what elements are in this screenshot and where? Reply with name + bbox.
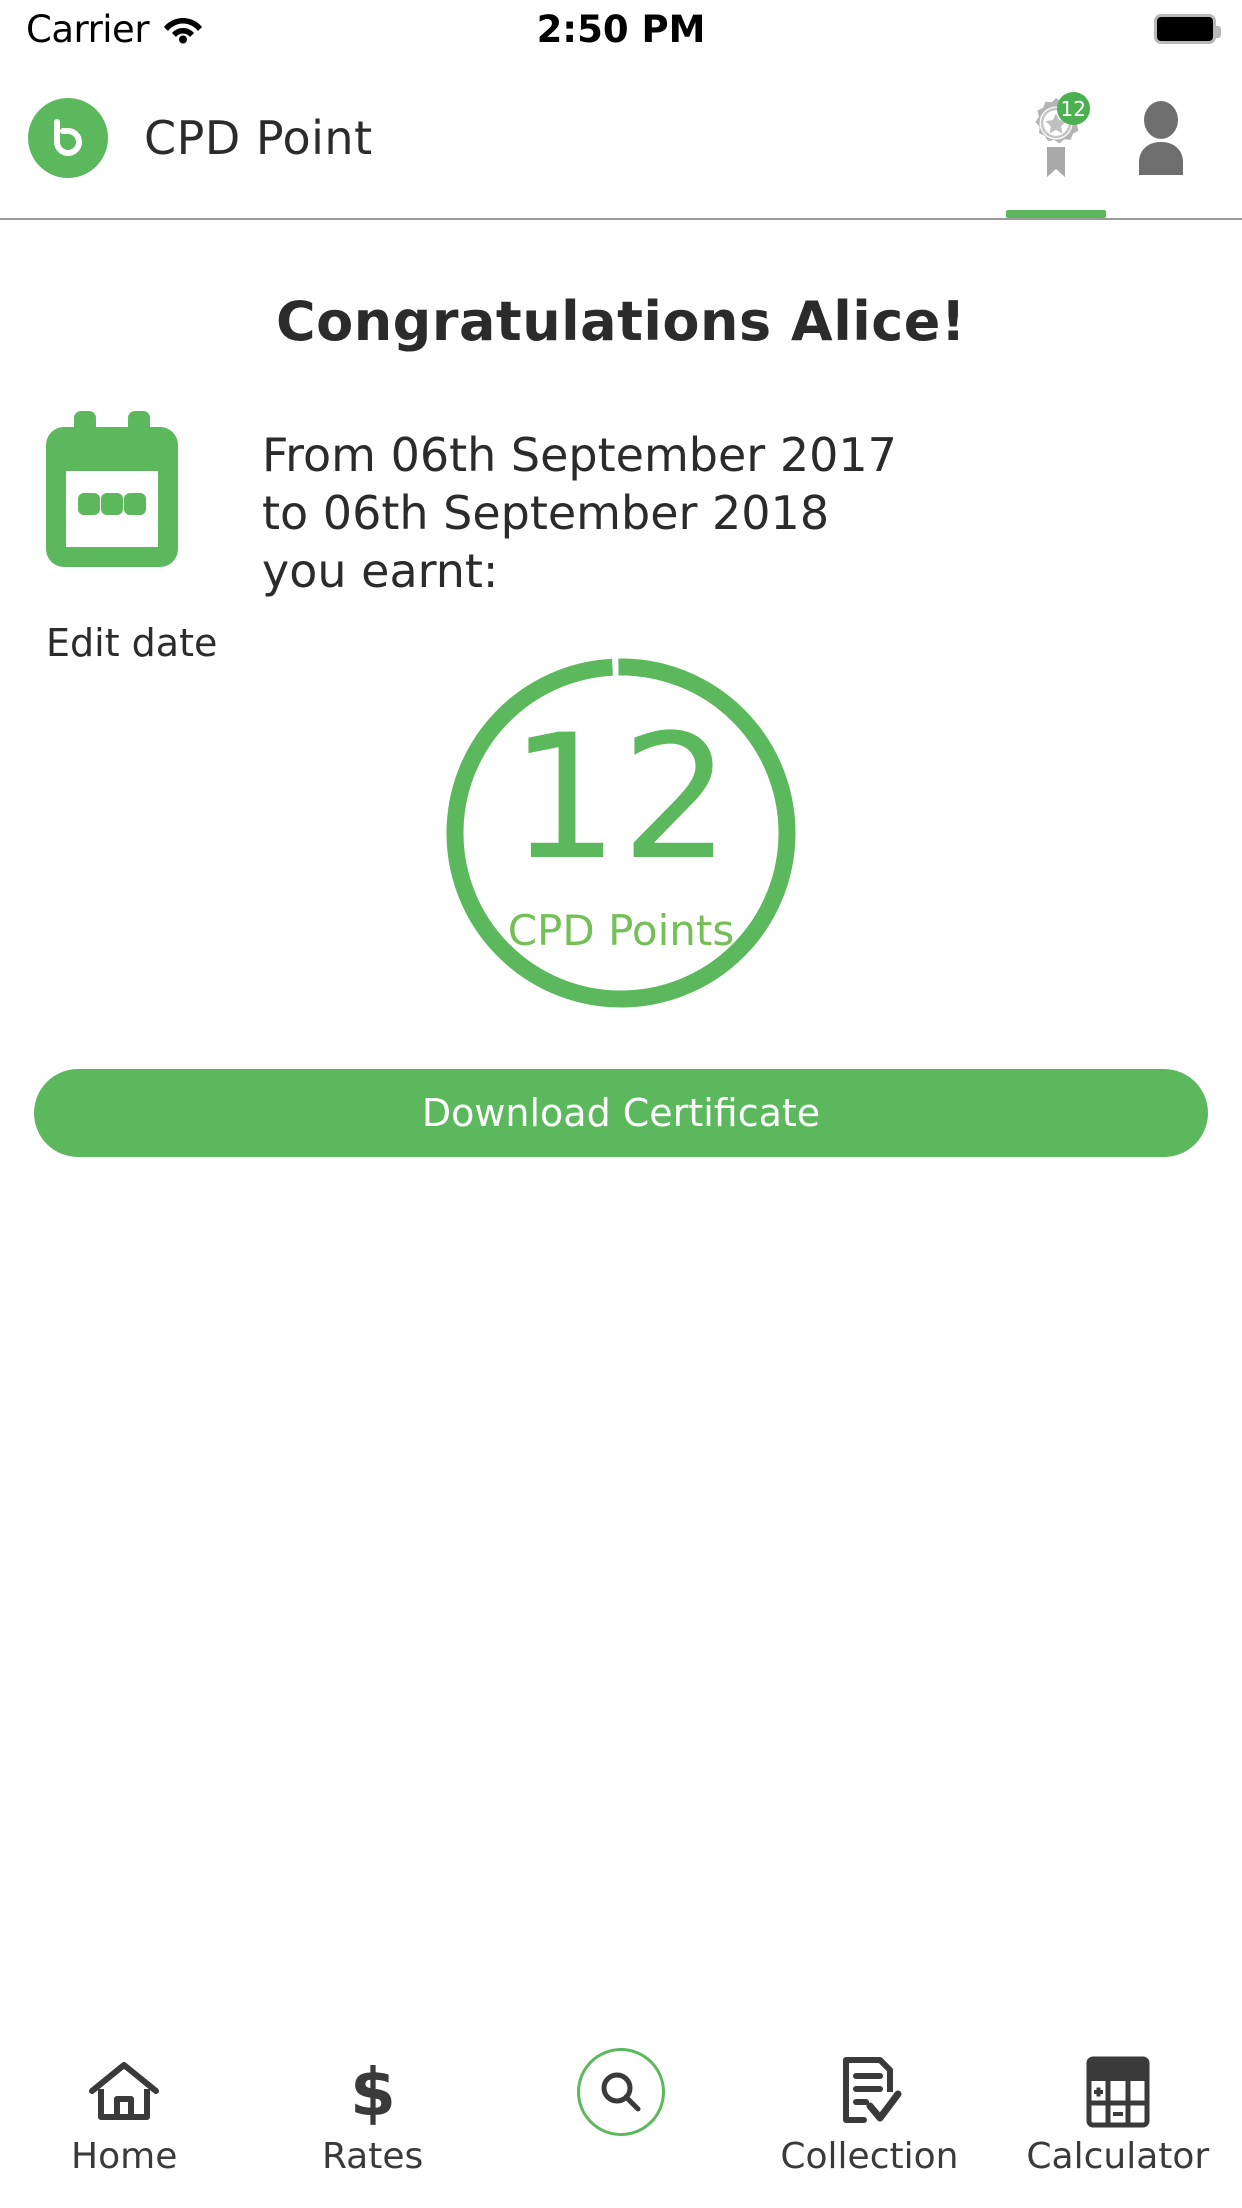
dollar-icon: $ xyxy=(345,2056,401,2128)
tab-calculator-label: Calculator xyxy=(1026,2136,1210,2177)
page-title: CPD Point xyxy=(144,111,373,165)
search-tab-wrap xyxy=(577,2048,666,2136)
main-content: Congratulations Alice! Edit date From 06… xyxy=(0,222,1242,2058)
profile-avatar-icon xyxy=(1130,101,1192,175)
ring-center-content: 12 CPD Points xyxy=(441,653,801,1013)
home-icon xyxy=(88,2056,160,2128)
download-button-wrap: Download Certificate xyxy=(0,1069,1242,1157)
search-circle xyxy=(577,2048,666,2136)
clock-label: 2:50 PM xyxy=(536,7,706,51)
app-header: CPD Point 12 xyxy=(0,58,1242,220)
tab-cpd-points[interactable]: 12 xyxy=(1006,58,1106,218)
active-tab-indicator xyxy=(1006,210,1106,218)
status-bar-left: Carrier xyxy=(26,8,203,51)
wifi-icon xyxy=(163,14,203,44)
tab-calculator[interactable]: Calculator xyxy=(994,2036,1242,2177)
tab-rates[interactable]: $ Rates xyxy=(248,2036,496,2177)
badge-count: 12 xyxy=(1056,92,1090,125)
points-ring-section: 12 CPD Points xyxy=(0,653,1242,1013)
document-check-icon xyxy=(834,2056,904,2128)
tab-rates-label: Rates xyxy=(321,2136,424,2177)
calculator-icon xyxy=(1086,2056,1150,2128)
tab-home[interactable]: Home xyxy=(0,2036,248,2177)
svg-text:$: $ xyxy=(350,2057,396,2127)
date-line-to: to 06th September 2018 xyxy=(262,485,830,540)
tab-search[interactable] xyxy=(497,2036,745,2136)
tab-home-label: Home xyxy=(71,2136,178,2177)
tab-collection[interactable]: Collection xyxy=(745,2036,993,2177)
cpd-points-ring: 12 CPD Points xyxy=(441,653,801,1013)
profile-button[interactable] xyxy=(1130,58,1192,218)
bottom-navigation: Home $ Rates Collection Calculator xyxy=(0,2036,1242,2208)
calendar-icon[interactable] xyxy=(44,409,180,573)
app-header-actions: 12 xyxy=(1006,58,1214,218)
battery-full-icon xyxy=(1154,14,1221,44)
date-section: Edit date From 06th September 2017 to 06… xyxy=(0,409,1242,665)
search-icon xyxy=(601,2072,641,2112)
cpd-points-label: CPD Points xyxy=(507,905,735,955)
date-line-from: From 06th September 2017 xyxy=(262,428,897,482)
calendar-column: Edit date xyxy=(36,409,248,665)
date-range-text: From 06th September 2017 to 06th Septemb… xyxy=(262,409,897,665)
brand-b-logo[interactable] xyxy=(28,98,108,178)
carrier-label: Carrier xyxy=(26,7,150,51)
congratulations-heading: Congratulations Alice! xyxy=(276,290,966,353)
status-bar-right xyxy=(1154,14,1221,44)
tab-collection-label: Collection xyxy=(780,2136,959,2177)
download-certificate-button[interactable]: Download Certificate xyxy=(34,1069,1208,1157)
app-screen: Carrier 2:50 PM CPD Point 12 Congratulat… xyxy=(0,0,1242,2208)
date-line-earnt: you earnt: xyxy=(262,543,499,598)
status-bar: Carrier 2:50 PM xyxy=(0,0,1242,58)
cpd-points-value: 12 xyxy=(509,696,733,898)
